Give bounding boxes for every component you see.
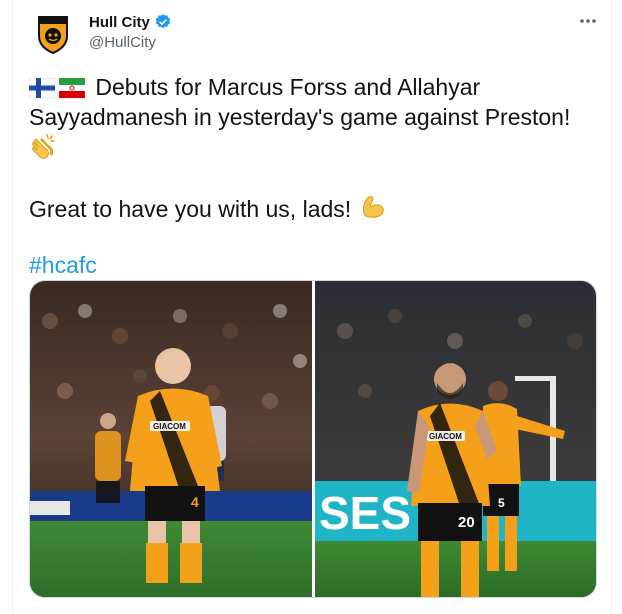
avatar[interactable] (29, 10, 77, 58)
tweet-card: Hull City @HullCity Debuts for Marcus Fo… (12, 0, 612, 614)
ad-board-text: SES (319, 487, 411, 539)
user-handle[interactable]: @HullCity (89, 34, 172, 51)
sponsor-text-2: GIACOM (429, 432, 462, 441)
user-names: Hull City @HullCity (89, 12, 172, 51)
shirt-number-1: 4 (191, 494, 199, 510)
tweet-line-1: Debuts for Marcus Forss and Allahyar (89, 74, 481, 100)
more-dots-icon (580, 19, 596, 23)
flexed-biceps-icon (362, 196, 384, 218)
sponsor-text-1: GIACOM (153, 422, 186, 431)
flag-iran-icon (59, 78, 85, 98)
photo-1-image: 4 GIACOM (30, 281, 312, 597)
display-name[interactable]: Hull City (89, 14, 150, 31)
shirt-number-2: 20 (458, 514, 475, 531)
tweet-header: Hull City @HullCity (29, 10, 599, 58)
photo-allahyar-sayyadmanesh[interactable]: SES 5 20 GIACOM (314, 281, 596, 597)
photo-2-image: SES 5 20 GIACOM (314, 281, 596, 597)
hashtag-link[interactable]: #hcafc (29, 250, 599, 280)
more-options-button[interactable] (577, 10, 599, 32)
flag-finland-icon (29, 78, 55, 98)
tweet-line-2: Sayyadmanesh in yesterday's game against… (29, 104, 571, 130)
background-shirt-number: 5 (498, 496, 505, 510)
photo-marcus-forss[interactable]: 4 GIACOM (30, 281, 312, 597)
tweet-media: 4 GIACOM SES 5 20 GIACOM (29, 280, 597, 598)
tweet-line-3: Great to have you with us, lads! (29, 196, 358, 222)
tweet-text: Debuts for Marcus Forss and Allahyar Say… (29, 72, 599, 280)
verified-badge-icon (155, 14, 171, 29)
clapping-hands-icon (32, 134, 55, 159)
hull-city-crest-icon (38, 16, 68, 54)
